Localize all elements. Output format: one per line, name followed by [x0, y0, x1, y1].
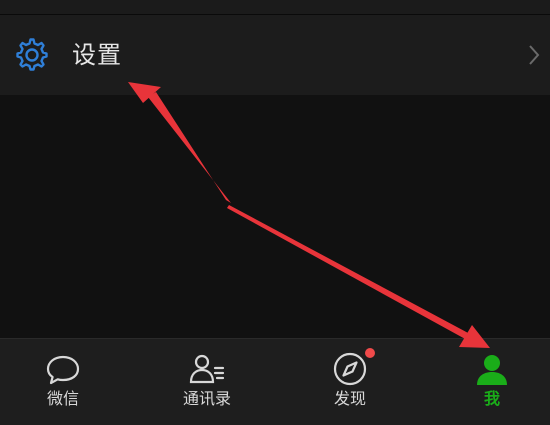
gear-icon — [16, 38, 48, 71]
tab-me[interactable]: 我 — [437, 339, 547, 425]
tab-discover[interactable]: 发现 — [295, 339, 405, 425]
chevron-right-icon — [529, 45, 540, 65]
chat-bubble-icon — [46, 355, 80, 385]
settings-row[interactable]: 设置 — [0, 15, 550, 95]
tab-contacts[interactable]: 通讯录 — [152, 339, 262, 425]
tab-discover-label: 发现 — [333, 389, 366, 408]
content-area — [0, 95, 550, 338]
tab-contacts-label: 通讯录 — [182, 389, 231, 408]
tab-bar: 微信 通讯录 发现 我 — [0, 338, 550, 425]
tab-me-label: 我 — [483, 389, 500, 408]
person-icon — [477, 355, 507, 385]
screen: 设置 微信 通讯录 发现 我 — [0, 0, 550, 425]
tab-wechat-label: 微信 — [46, 389, 79, 408]
notification-dot — [365, 348, 375, 358]
settings-label: 设置 — [72, 41, 122, 69]
contacts-icon — [189, 354, 225, 384]
top-strip — [0, 0, 550, 15]
tab-wechat[interactable]: 微信 — [8, 339, 118, 425]
compass-icon — [333, 352, 367, 386]
